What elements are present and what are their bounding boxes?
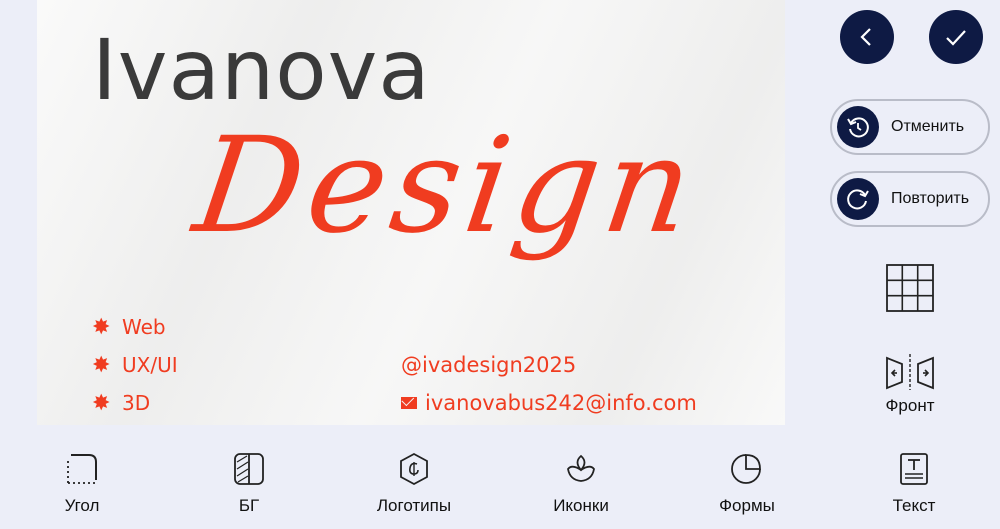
star-icon: ✸	[92, 352, 111, 377]
background-tool-button[interactable]: БГ	[189, 452, 309, 516]
logos-tool-button[interactable]: Логотипы	[354, 452, 474, 516]
text-label: Текст	[892, 496, 936, 515]
chevron-left-icon	[860, 28, 871, 46]
bottom-toolbar: Угол БГ Логотипы Иконки Формы Текст	[0, 452, 1000, 529]
background-label: БГ	[238, 496, 260, 515]
mail-icon	[401, 397, 417, 409]
undo-label: Отменить	[891, 118, 965, 135]
flip-button[interactable]: Фронт	[876, 352, 944, 416]
icons-label: Иконки	[553, 496, 609, 515]
shapes-tool-button[interactable]: Формы	[687, 452, 807, 516]
icons-icon	[567, 454, 595, 482]
service-item[interactable]: ✸ Web	[92, 308, 178, 346]
corner-label: Угол	[64, 496, 100, 515]
service-item[interactable]: ✸ 3D	[92, 384, 178, 422]
grid-icon	[886, 264, 934, 312]
card-canvas[interactable]: Ivanova Design ✸ Web ✸ UX/UI ✸ 3D @ivade…	[37, 0, 785, 425]
shapes-label: Формы	[719, 496, 775, 515]
text-icon	[900, 453, 928, 485]
redo-button[interactable]: Повторить	[830, 171, 990, 227]
brand-name-text[interactable]: Ivanova	[92, 28, 431, 112]
logo-icon	[400, 452, 428, 486]
services-list: ✸ Web ✸ UX/UI ✸ 3D	[92, 308, 178, 422]
service-label: 3D	[122, 391, 151, 415]
confirm-button[interactable]	[929, 10, 983, 64]
service-label: Web	[122, 315, 166, 339]
text-tool-button[interactable]: Текст	[854, 452, 974, 516]
contact-item[interactable]: @ivadesign2025	[401, 346, 697, 384]
redo-icon	[837, 178, 879, 220]
back-button[interactable]	[840, 10, 894, 64]
contact-item[interactable]: ivanovabus242@info.com	[401, 384, 697, 422]
flip-icon	[886, 354, 934, 390]
brand-script-text[interactable]: Design	[186, 109, 707, 263]
corner-icon	[67, 454, 97, 484]
flip-label: Фронт	[885, 396, 935, 415]
undo-button[interactable]: Отменить	[830, 99, 990, 155]
redo-label: Повторить	[891, 190, 970, 207]
checkmark-icon	[946, 30, 966, 46]
social-handle: @ivadesign2025	[401, 353, 577, 377]
corner-tool-button[interactable]: Угол	[22, 452, 142, 516]
icons-tool-button[interactable]: Иконки	[521, 452, 641, 516]
undo-icon	[837, 106, 879, 148]
star-icon: ✸	[92, 390, 111, 415]
shapes-icon	[731, 454, 761, 484]
email-text: ivanovabus242@info.com	[425, 391, 697, 415]
logos-label: Логотипы	[376, 496, 452, 515]
contacts-list: @ivadesign2025 ivanovabus242@info.com	[401, 346, 697, 422]
grid-button[interactable]	[886, 264, 934, 312]
star-icon: ✸	[92, 314, 111, 339]
service-label: UX/UI	[122, 353, 178, 377]
service-item[interactable]: ✸ UX/UI	[92, 346, 178, 384]
background-icon	[234, 453, 264, 485]
